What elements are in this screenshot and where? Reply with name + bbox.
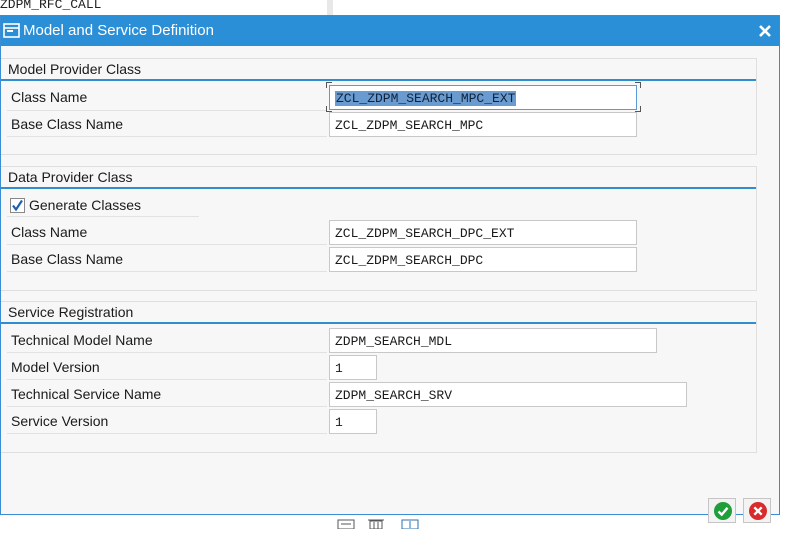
dpc-base-class-field[interactable]: ZCL_ZDPM_SEARCH_DPC [329, 247, 637, 272]
row-separator [7, 136, 327, 137]
focus-corner [635, 82, 641, 88]
row-separator [7, 406, 327, 407]
model-version-field[interactable]: 1 [329, 355, 377, 380]
tech-model-name-field[interactable]: ZDPM_SEARCH_MDL [329, 328, 657, 353]
dialog-title: Model and Service Definition [23, 22, 214, 39]
cancel-button[interactable] [743, 498, 771, 523]
mpc-class-name-value: ZCL_ZDPM_SEARCH_MPC_EXT [335, 91, 517, 106]
tech-service-name-field[interactable]: ZDPM_SEARCH_SRV [329, 382, 687, 407]
generate-classes-label: Generate Classes [29, 197, 142, 213]
dpc-class-name-label: Class Name [11, 224, 88, 240]
service-registration-title: Service Registration [8, 304, 134, 320]
group-divider [1, 187, 756, 189]
background-toolbar-icon [336, 516, 356, 530]
generate-classes-checkbox[interactable] [10, 198, 25, 213]
group-divider [1, 79, 756, 81]
confirm-button[interactable] [708, 498, 736, 523]
cancel-x-icon [749, 502, 767, 520]
service-registration-group: Service Registration [1, 301, 757, 453]
dpc-class-name-field[interactable]: ZCL_ZDPM_SEARCH_DPC_EXT [329, 220, 637, 245]
checkmark-icon [10, 198, 25, 213]
data-provider-title: Data Provider Class [8, 169, 133, 185]
row-separator [7, 244, 327, 245]
trash-icon [366, 516, 386, 530]
row-separator [7, 216, 199, 217]
window-icon [3, 23, 20, 39]
tech-model-name-label: Technical Model Name [11, 332, 153, 348]
tech-service-name-label: Technical Service Name [11, 386, 162, 402]
model-version-label: Model Version [11, 359, 100, 375]
service-version-field[interactable]: 1 [329, 409, 377, 434]
model-service-definition-dialog: Model and Service Definition Model Provi… [0, 15, 780, 523]
dpc-base-class-label: Base Class Name [11, 251, 124, 267]
close-button[interactable] [755, 20, 775, 42]
close-icon [759, 25, 771, 37]
mpc-base-class-label: Base Class Name [11, 116, 124, 132]
model-provider-title: Model Provider Class [8, 61, 142, 77]
dialog-titlebar: Model and Service Definition [1, 16, 779, 46]
background-toolbar [330, 516, 430, 530]
background-divider [327, 0, 333, 16]
row-separator [7, 271, 327, 272]
mpc-class-name-field[interactable]: ZCL_ZDPM_SEARCH_MPC_EXT [329, 85, 637, 110]
confirm-check-icon [714, 502, 732, 520]
focus-corner [326, 82, 332, 88]
background-program-name: ZDPM_RFC_CALL [0, 0, 102, 12]
background-toolbar-icon [400, 516, 420, 530]
row-separator [7, 110, 327, 111]
row-separator [7, 352, 327, 353]
mpc-class-name-label: Class Name [11, 89, 88, 105]
row-separator [7, 379, 327, 380]
group-divider [1, 322, 756, 324]
row-separator [7, 433, 327, 434]
service-version-label: Service Version [11, 413, 109, 429]
mpc-base-class-field[interactable]: ZCL_ZDPM_SEARCH_MPC [329, 112, 637, 137]
